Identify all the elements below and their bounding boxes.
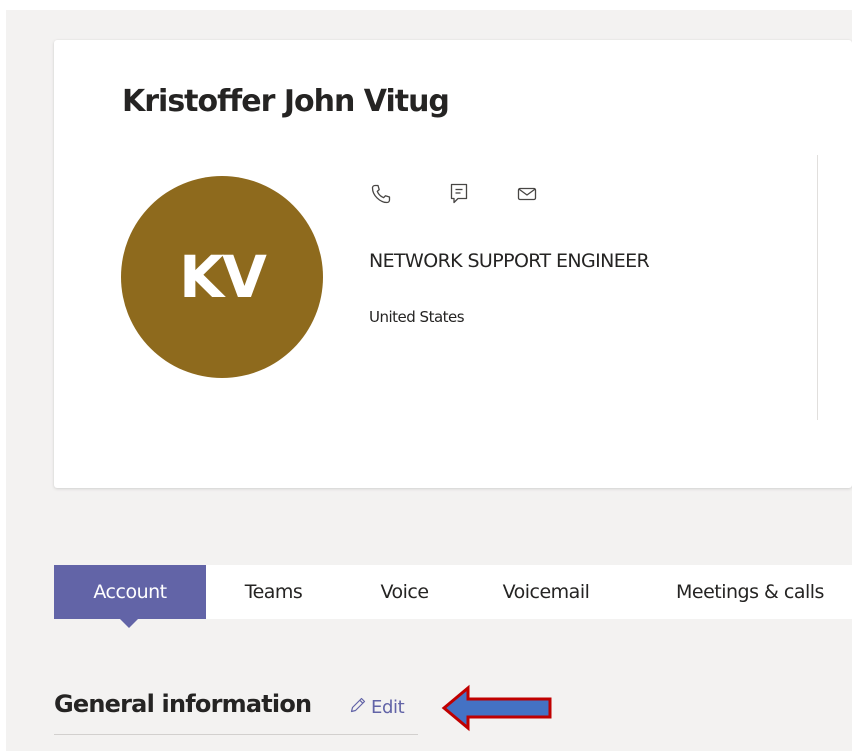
edit-label: Edit: [371, 696, 405, 718]
job-title: NETWORK SUPPORT ENGINEER: [369, 250, 650, 272]
tab-meetings-calls[interactable]: Meetings & calls: [624, 565, 834, 619]
tab-account[interactable]: Account: [54, 565, 206, 619]
user-name: Kristoffer John Vitug: [122, 84, 450, 119]
avatar-initials: KV: [179, 243, 267, 311]
annotation-arrow-icon: [441, 684, 552, 732]
section-title: General information: [54, 690, 312, 718]
card-divider: [817, 155, 818, 420]
tab-teams[interactable]: Teams: [206, 565, 341, 619]
section-divider: [54, 734, 418, 735]
edit-button[interactable]: Edit: [348, 694, 405, 720]
tab-bar: Account Teams Voice Voicemail Meetings &…: [54, 565, 852, 619]
mail-icon[interactable]: [513, 180, 541, 208]
tab-voicemail[interactable]: Voicemail: [468, 565, 624, 619]
location: United States: [369, 308, 465, 326]
chat-icon[interactable]: [445, 180, 473, 208]
avatar: KV: [121, 176, 323, 378]
pencil-icon: [348, 695, 368, 720]
tab-voice[interactable]: Voice: [341, 565, 468, 619]
phone-icon[interactable]: [367, 180, 395, 208]
active-tab-caret: [120, 619, 138, 628]
